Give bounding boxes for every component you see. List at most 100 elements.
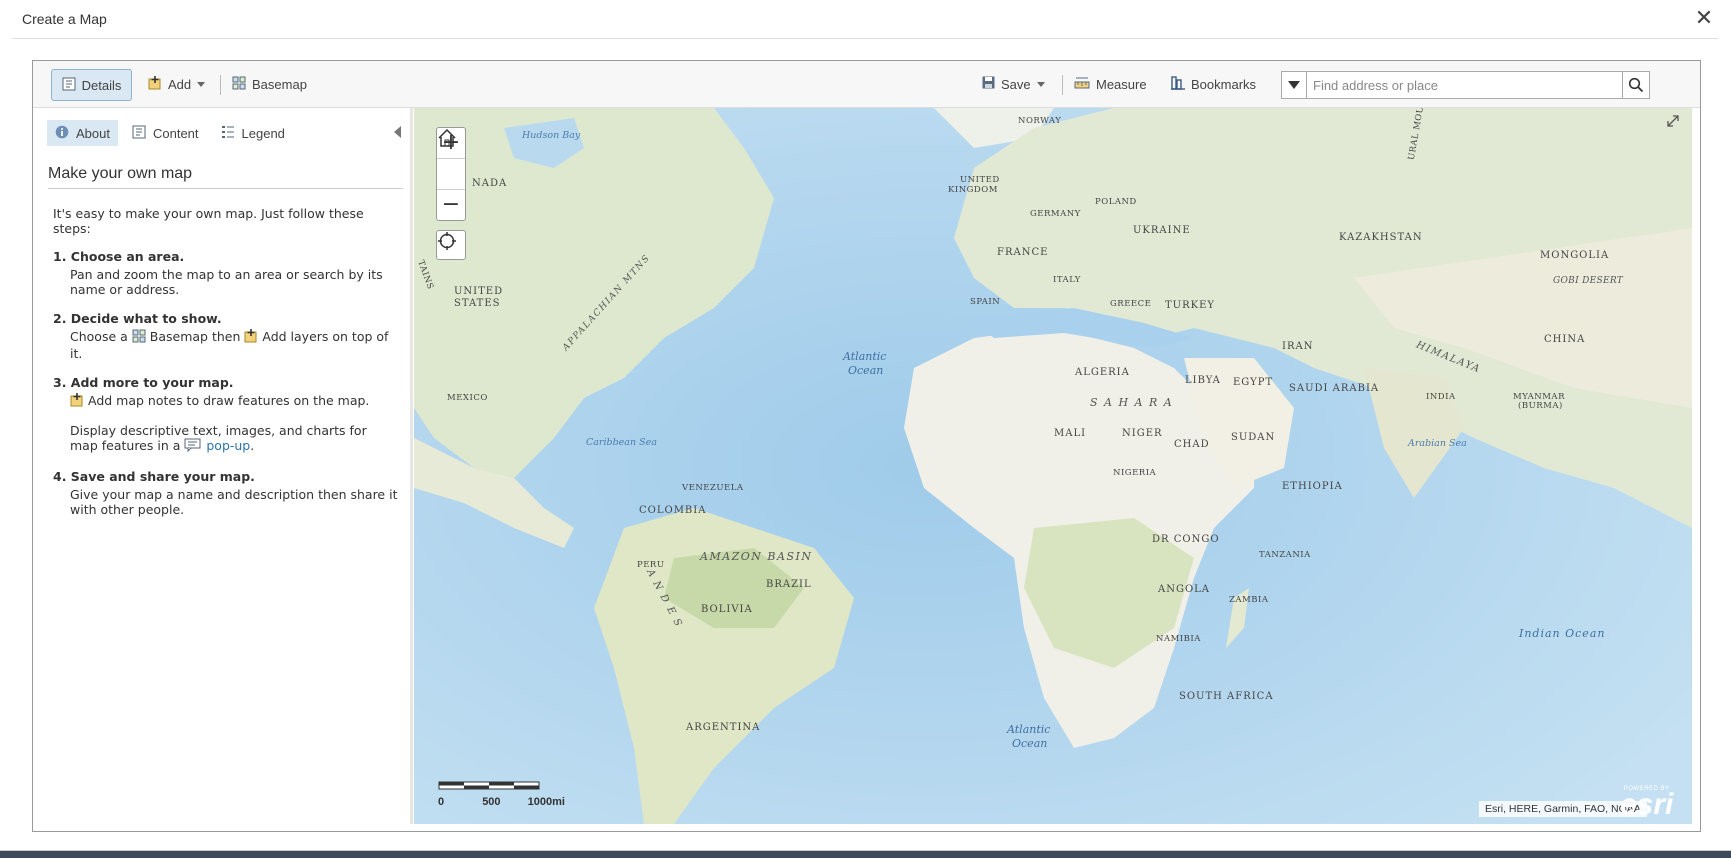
step-heading: 4. Save and share your map. [53, 469, 255, 484]
map-label: Hudson Bay [522, 130, 581, 141]
basemap-icon [232, 76, 246, 93]
tab-legend[interactable]: Legend [213, 120, 293, 146]
map-label: Caribbean Sea [586, 437, 657, 448]
home-button[interactable] [437, 128, 465, 190]
map-label: UNITED [454, 286, 504, 297]
bookmarks-label: Bookmarks [1191, 76, 1257, 92]
map-canvas[interactable]: Hudson Bay NADA NORWAY UNITED KINGDOM PO… [414, 108, 1692, 824]
measure-button[interactable]: Measure [1074, 69, 1147, 99]
map-label: MEXICO [447, 393, 488, 403]
minus-icon: − [441, 192, 461, 217]
map-label: LIBYA [1185, 375, 1221, 386]
logo-brand: esri [1620, 788, 1674, 821]
basemap-label: Basemap [252, 76, 307, 92]
map-label: Ocean [1012, 737, 1048, 750]
tab-about-label: About [76, 125, 110, 141]
scale-labels: 0 500 1000mi [438, 796, 565, 808]
map-label: GREECE [1110, 299, 1152, 309]
home-icon [438, 128, 456, 147]
map-label: S A H A R A [1090, 396, 1174, 409]
save-label: Save [1001, 76, 1031, 92]
popup-link[interactable]: pop-up [206, 438, 250, 453]
map-label: VENEZUELA [682, 483, 744, 493]
map-label: TANZANIA [1259, 550, 1311, 560]
step-text: Pan and zoom the map to an area or searc… [70, 267, 383, 297]
map-label: DR CONGO [1152, 534, 1220, 545]
map-viewer-frame: Details Add Basemap Save Measure Bookmar… [32, 60, 1701, 832]
step-text-part: . [250, 438, 255, 453]
tab-content-label: Content [152, 125, 199, 141]
details-icon [62, 77, 76, 94]
zoom-controls: + − [436, 127, 466, 221]
step-text-part: Basemap then [149, 329, 241, 344]
toolbar-divider [220, 75, 221, 95]
map-label: ZAMBIA [1229, 595, 1269, 605]
scale-mid: 500 [482, 796, 501, 808]
tab-about[interactable]: About [47, 120, 118, 146]
map-label: SAUDI ARABIA [1289, 383, 1380, 394]
step-1: 1. Choose an area. Pan and zoom the map … [53, 249, 398, 297]
map-label: KINGDOM [948, 185, 998, 195]
about-title: Make your own map [48, 165, 193, 182]
step-text: Choose a Basemap then Add layers on top … [70, 329, 398, 361]
step-text-part: Choose a [70, 329, 128, 344]
basemap-button[interactable]: Basemap [232, 69, 307, 99]
map-notes-icon [70, 393, 84, 410]
map-label: Atlantic [1007, 723, 1051, 736]
map-label: MONGOLIA [1540, 250, 1610, 261]
about-body: It's easy to make your own map. Just fol… [53, 206, 398, 531]
details-button[interactable]: Details [51, 69, 132, 101]
step-heading: 3. Add more to your map. [53, 375, 234, 390]
add-layer-icon [148, 75, 162, 93]
add-layer-icon [244, 329, 258, 346]
search-input[interactable] [1307, 72, 1622, 98]
content-icon [132, 125, 146, 142]
search-box [1281, 71, 1650, 99]
dialog-title: Create a Map [22, 11, 107, 27]
map-label: NAMIBIA [1156, 634, 1201, 644]
map-label: ITALY [1053, 275, 1081, 285]
add-button[interactable]: Add [148, 69, 206, 99]
step-text-part: Add map notes to draw features on the ma… [87, 393, 370, 408]
step-text: Display descriptive text, images, and ch… [70, 423, 398, 455]
map-label: FRANCE [997, 247, 1049, 258]
map-label: ETHIOPIA [1282, 481, 1343, 492]
locate-button[interactable] [436, 230, 466, 260]
bookmarks-icon [1171, 75, 1185, 93]
expand-icon[interactable] [1665, 113, 1681, 129]
tab-content[interactable]: Content [124, 120, 207, 146]
map-label: TURKEY [1165, 300, 1215, 311]
map-label: CHINA [1544, 334, 1586, 345]
info-icon [55, 125, 69, 142]
scale-zero: 0 [438, 796, 445, 808]
details-tabs: About Content Legend [47, 120, 299, 146]
map-label: GOBI DESERT [1553, 276, 1624, 286]
search-button[interactable] [1622, 72, 1649, 98]
map-label: ALGERIA [1075, 367, 1130, 378]
map-label: NADA [472, 178, 508, 189]
details-label: Details [81, 77, 122, 93]
map-label: NIGER [1122, 428, 1163, 439]
map-label: GERMANY [1030, 209, 1081, 219]
panel-resize-handle[interactable] [410, 108, 413, 824]
map-label: Ocean [848, 364, 884, 377]
popup-icon [184, 438, 202, 455]
search-source-dropdown[interactable] [1282, 72, 1307, 98]
create-map-dialog: Create a Map ✕ Details Add Basemap Save … [0, 0, 1731, 851]
map-label: AMAZON BASIN [700, 550, 813, 563]
map-label: POLAND [1095, 197, 1137, 207]
save-button[interactable]: Save [982, 69, 1045, 99]
tab-legend-label: Legend [241, 125, 285, 141]
step-4: 4. Save and share your map. Give your ma… [53, 469, 398, 517]
bookmarks-button[interactable]: Bookmarks [1171, 69, 1256, 99]
add-label: Add [168, 76, 192, 92]
map-label: SPAIN [970, 297, 1001, 307]
title-divider [12, 38, 1718, 39]
collapse-panel-icon[interactable] [394, 126, 401, 138]
close-button[interactable]: ✕ [1692, 8, 1716, 32]
esri-logo: POWERED BY esri [1620, 786, 1674, 821]
zoom-out-button[interactable]: − [437, 190, 465, 220]
search-icon [1628, 77, 1644, 93]
step-heading: 1. Choose an area. [53, 249, 185, 264]
measure-label: Measure [1096, 76, 1147, 92]
